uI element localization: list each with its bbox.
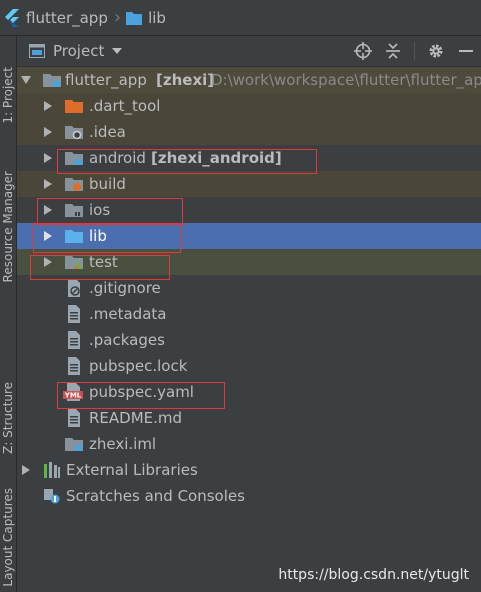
highlight-box-pubspec-yaml <box>57 382 225 409</box>
tree-node-external-libraries[interactable]: External Libraries <box>17 457 481 483</box>
file-icon <box>65 357 83 375</box>
highlight-box-test <box>30 255 170 280</box>
project-panel-header: Project <box>17 36 481 67</box>
highlight-box-lib <box>33 223 181 253</box>
tree-module-root: [zhexi] <box>156 71 215 89</box>
libraries-icon <box>43 461 61 479</box>
panel-title: Project <box>53 42 105 60</box>
tab-layout-captures[interactable]: Layout Captures <box>0 482 16 592</box>
tree-label-pubspec-lock: pubspec.lock <box>89 357 188 375</box>
tree-label-build: build <box>89 175 126 193</box>
collapse-icon <box>386 43 400 59</box>
project-view-selector[interactable]: Project <box>29 42 123 60</box>
collapse-all-button[interactable] <box>378 36 408 66</box>
breadcrumb-project[interactable]: flutter_app <box>4 8 108 27</box>
tab-structure[interactable]: Z: Structure <box>0 368 16 468</box>
tree-node-pubspec-lock[interactable]: pubspec.lock <box>17 353 481 379</box>
tree-node-scratches[interactable]: Scratches and Consoles <box>17 483 481 509</box>
tab-resource-manager-label: Resource Manager <box>1 171 15 283</box>
locate-button[interactable] <box>348 36 378 66</box>
tool-window-strip: 1: Project Resource Manager Z: Structure… <box>0 36 17 592</box>
iml-file-icon <box>65 435 83 453</box>
expanded-arrow-icon[interactable] <box>21 74 31 86</box>
tree-node-idea[interactable]: .idea <box>17 119 481 145</box>
tree-label-zhexi-iml: zhexi.iml <box>89 435 157 453</box>
minimize-icon <box>459 50 473 52</box>
folder-excluded-icon <box>65 175 83 193</box>
tree-label-gitignore: .gitignore <box>89 279 161 297</box>
breadcrumb-separator-icon: › <box>113 7 122 28</box>
folder-icon <box>126 11 143 25</box>
tab-project[interactable]: 1: Project <box>0 44 16 146</box>
crosshair-icon <box>354 42 372 60</box>
folder-module-icon <box>43 71 61 89</box>
tree-node-zhexi-iml[interactable]: zhexi.iml <box>17 431 481 457</box>
breadcrumb-folder[interactable]: lib <box>126 9 166 27</box>
collapsed-arrow-icon[interactable] <box>21 464 31 476</box>
tree-label-metadata: .metadata <box>89 305 167 323</box>
tree-label-packages: .packages <box>89 331 165 349</box>
folder-settings-icon <box>65 123 83 141</box>
tree-label-external-libraries: External Libraries <box>66 461 198 479</box>
tree-label-idea: .idea <box>89 123 126 141</box>
hide-button[interactable] <box>451 36 481 66</box>
watermark: https://blog.csdn.net/ytuglt <box>278 567 469 583</box>
scratches-icon <box>43 487 61 505</box>
flutter-icon <box>5 8 19 27</box>
collapsed-arrow-icon[interactable] <box>43 126 53 138</box>
collapsed-arrow-icon[interactable] <box>43 152 53 164</box>
tree-node-packages[interactable]: .packages <box>17 327 481 353</box>
folder-orange-icon <box>65 97 83 115</box>
tree-node-root[interactable]: flutter_app [zhexi] D:\work\workspace\fl… <box>17 67 481 93</box>
highlight-box-ios <box>37 198 183 226</box>
file-icon <box>65 305 83 323</box>
file-icon <box>65 331 83 349</box>
settings-button[interactable] <box>421 36 451 66</box>
collapsed-arrow-icon[interactable] <box>43 100 53 112</box>
project-window-icon <box>29 44 45 58</box>
tab-structure-label: Z: Structure <box>1 382 15 454</box>
tab-layout-captures-label: Layout Captures <box>1 487 15 587</box>
gear-icon <box>429 44 443 58</box>
tab-resource-manager[interactable]: Resource Manager <box>0 162 16 292</box>
tree-node-metadata[interactable]: .metadata <box>17 301 481 327</box>
tree-label-scratches: Scratches and Consoles <box>66 487 245 505</box>
ignore-file-icon <box>65 279 83 297</box>
project-tree[interactable]: flutter_app [zhexi] D:\work\workspace\fl… <box>17 67 481 509</box>
tree-label-dart-tool: .dart_tool <box>89 97 161 115</box>
tree-label-root: flutter_app <box>65 71 147 89</box>
highlight-box-android <box>57 149 317 174</box>
tree-node-build[interactable]: build <box>17 171 481 197</box>
breadcrumb-project-label: flutter_app <box>26 8 108 27</box>
collapsed-arrow-icon[interactable] <box>43 178 53 190</box>
file-icon <box>65 409 83 427</box>
breadcrumb-folder-label: lib <box>148 8 166 27</box>
tree-label-readme: README.md <box>89 409 183 427</box>
chevron-down-icon <box>112 48 123 54</box>
breadcrumb: flutter_app › lib <box>0 0 481 36</box>
tree-node-dart-tool[interactable]: .dart_tool <box>17 93 481 119</box>
tab-project-label: 1: Project <box>1 66 15 124</box>
tree-path-root: D:\work\workspace\flutter\flutter_app <box>211 71 481 89</box>
